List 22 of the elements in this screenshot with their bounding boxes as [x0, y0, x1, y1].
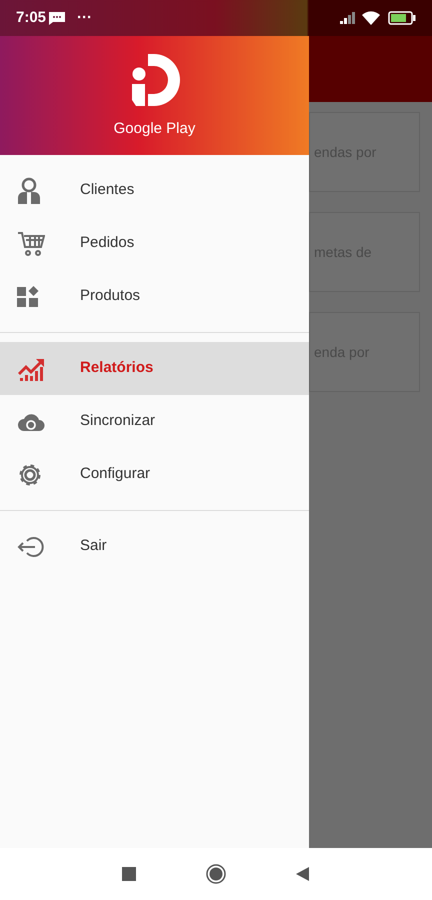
- clock: 7:05: [16, 8, 46, 28]
- menu-item[interactable]: Sair: [0, 520, 309, 573]
- settings-icon: [17, 462, 43, 488]
- menu-item[interactable]: Pedidos: [0, 217, 309, 270]
- menu-item[interactable]: Produtos: [0, 270, 309, 323]
- menu-item[interactable]: Relatórios: [0, 342, 309, 395]
- logo-icon: [130, 54, 180, 106]
- home-button[interactable]: [206, 864, 226, 884]
- menu-item[interactable]: Configurar: [0, 448, 309, 501]
- message-icon: [49, 12, 66, 24]
- more-notifications: ···: [77, 8, 92, 28]
- person-icon: [17, 176, 41, 204]
- menu-item[interactable]: Sincronizar: [0, 395, 309, 448]
- logout-icon: [17, 536, 45, 558]
- battery-icon: [388, 11, 416, 25]
- signal-icon: [340, 12, 356, 24]
- menu-item[interactable]: Clientes: [0, 164, 309, 217]
- blocks-icon: [17, 286, 39, 308]
- cart-icon: [17, 230, 45, 256]
- back-button[interactable]: [296, 867, 310, 881]
- wifi-icon: [362, 11, 380, 25]
- app-title: Google Play: [114, 119, 196, 139]
